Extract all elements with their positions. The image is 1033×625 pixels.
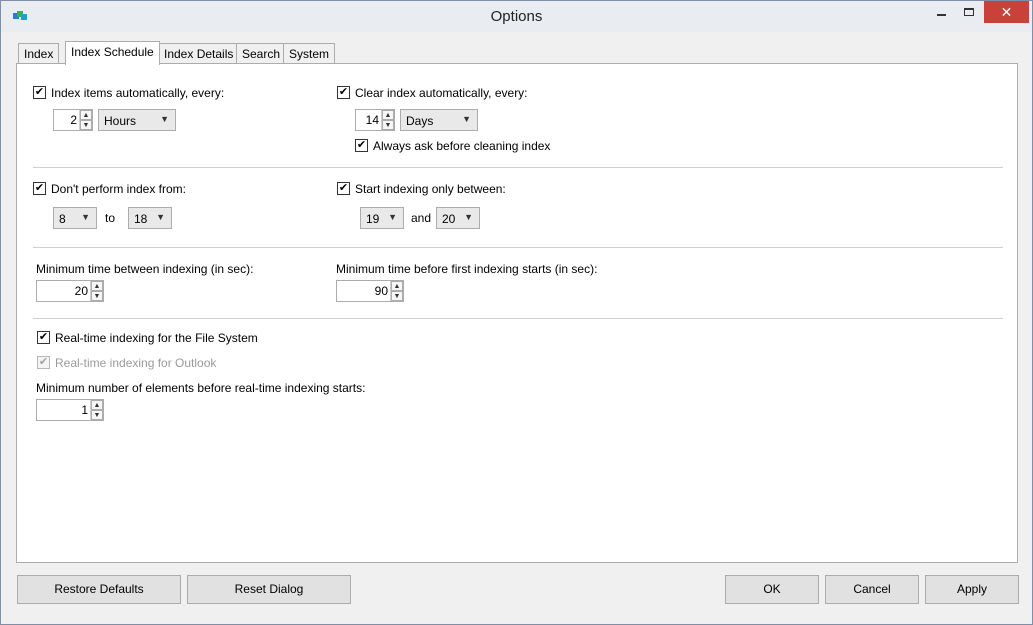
tab-index-details[interactable]: Index Details [158,43,240,63]
clear-interval-stepper[interactable]: 14 ▲ ▼ [355,109,395,131]
min-first-stepper[interactable]: 90 ▲ ▼ [336,280,404,302]
always-ask-checkbox[interactable]: ✔ [355,139,368,152]
stepper-down-icon[interactable]: ▼ [91,410,103,420]
divider [33,167,1003,168]
index-interval-value: 2 [70,113,77,127]
check-icon: ✔ [34,86,45,98]
index-interval-stepper[interactable]: 2 ▲ ▼ [53,109,93,131]
chevron-down-icon: ▼ [156,212,165,222]
stepper-down-icon[interactable]: ▼ [391,291,403,301]
check-icon: ✔ [38,331,49,343]
reset-dialog-button[interactable]: Reset Dialog [187,575,351,604]
clear-interval-value: 14 [365,113,379,127]
stepper-down-icon[interactable]: ▼ [80,120,92,130]
stepper-up-icon[interactable]: ▲ [382,110,394,120]
min-elements-value: 1 [81,403,88,417]
apply-button[interactable]: Apply [925,575,1019,604]
stepper-up-icon[interactable]: ▲ [80,110,92,120]
stepper-arrows: ▲ ▼ [79,110,92,130]
tab-index[interactable]: Index [18,43,60,63]
start-between-checkbox[interactable]: ✔ [337,182,350,195]
minimize-button[interactable] [927,1,955,23]
tab-system[interactable]: System [283,43,336,63]
maximize-icon [964,8,974,16]
dont-perform-from-select[interactable]: 8 ▼ [53,207,97,229]
check-icon: ✔ [338,182,349,194]
divider [33,247,1003,248]
check-icon: ✔ [34,182,45,194]
min-between-label: Minimum time between indexing (in sec): [36,262,254,276]
index-auto-label: Index items automatically, every: [51,86,225,100]
realtime-fs-label: Real-time indexing for the File System [55,331,258,345]
check-icon: ✔ [38,356,49,368]
stepper-up-icon[interactable]: ▲ [91,281,103,291]
stepper-arrows: ▲ ▼ [90,281,103,301]
stepper-arrows: ▲ ▼ [90,400,103,420]
stepper-arrows: ▲ ▼ [381,110,394,130]
close-button[interactable]: ✕ [984,1,1029,23]
index-auto-checkbox[interactable]: ✔ [33,86,46,99]
tab-index-schedule[interactable]: Index Schedule [65,41,160,65]
clear-auto-checkbox[interactable]: ✔ [337,86,350,99]
cancel-button[interactable]: Cancel [825,575,919,604]
stepper-arrows: ▲ ▼ [390,281,403,301]
divider [33,318,1003,319]
start-between-from-value: 19 [366,212,380,226]
clear-auto-label: Clear index automatically, every: [355,86,528,100]
index-interval-unit-select[interactable]: Hours ▼ [98,109,176,131]
stepper-down-icon[interactable]: ▼ [91,291,103,301]
start-between-to-select[interactable]: 20 ▼ [436,207,480,229]
dont-perform-label: Don't perform index from: [51,182,187,196]
dont-perform-to-select[interactable]: 18 ▼ [128,207,172,229]
min-elements-label: Minimum number of elements before real-t… [36,381,366,395]
options-window: Options ✕ Index Index Schedule Index Det… [0,0,1033,625]
chevron-down-icon: ▼ [388,212,397,222]
always-ask-label: Always ask before cleaning index [373,139,551,153]
restore-defaults-button[interactable]: Restore Defaults [17,575,181,604]
tab-search[interactable]: Search [236,43,287,63]
close-icon: ✕ [1000,4,1013,20]
stepper-up-icon[interactable]: ▲ [91,400,103,410]
check-icon: ✔ [338,86,349,98]
title-bar: Options ✕ [1,1,1032,32]
chevron-down-icon: ▼ [464,212,473,222]
min-elements-stepper[interactable]: 1 ▲ ▼ [36,399,104,421]
to-label: to [105,211,116,225]
index-interval-unit-value: Hours [104,114,137,128]
dont-perform-from-value: 8 [59,212,66,226]
tab-panel-index-schedule: ✔ Index items automatically, every: 2 ▲ … [16,63,1018,563]
clear-interval-unit-select[interactable]: Days ▼ [400,109,478,131]
realtime-fs-checkbox[interactable]: ✔ [37,331,50,344]
min-between-value: 20 [74,284,88,298]
clear-interval-unit-value: Days [406,114,434,128]
and-label: and [411,211,432,225]
dont-perform-checkbox[interactable]: ✔ [33,182,46,195]
chevron-down-icon: ▼ [81,212,90,222]
start-between-from-select[interactable]: 19 ▼ [360,207,404,229]
start-between-label: Start indexing only between: [355,182,506,196]
maximize-button[interactable] [955,1,983,23]
dont-perform-to-value: 18 [134,212,148,226]
stepper-up-icon[interactable]: ▲ [391,281,403,291]
stepper-down-icon[interactable]: ▼ [382,120,394,130]
chevron-down-icon: ▼ [160,114,169,124]
min-first-label: Minimum time before first indexing start… [336,262,598,276]
window-title: Options [490,8,543,25]
min-first-value: 90 [374,284,388,298]
ok-button[interactable]: OK [725,575,819,604]
check-icon: ✔ [356,139,367,151]
realtime-outlook-label: Real-time indexing for Outlook [55,356,217,370]
min-between-stepper[interactable]: 20 ▲ ▼ [36,280,104,302]
chevron-down-icon: ▼ [462,114,471,124]
start-between-to-value: 20 [442,212,456,226]
minimize-icon [937,14,946,16]
realtime-outlook-checkbox: ✔ [37,356,50,369]
